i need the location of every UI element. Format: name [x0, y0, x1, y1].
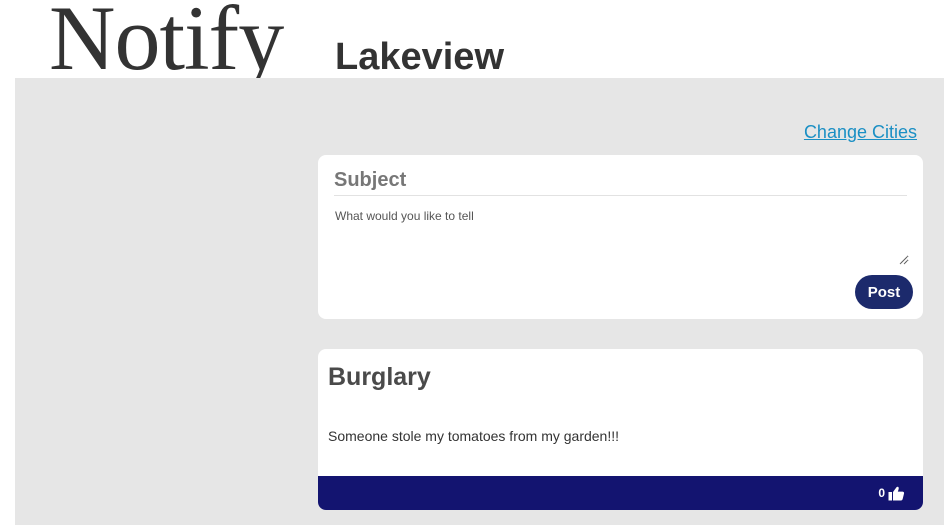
compose-card: Post — [318, 155, 923, 319]
site-header: Notify Lakeview — [0, 0, 944, 88]
thumbs-up-icon[interactable] — [888, 486, 905, 501]
logo: Notify — [49, 0, 284, 89]
message-textarea[interactable] — [334, 207, 909, 264]
like-count: 0 — [878, 486, 885, 500]
city-title: Lakeview — [335, 36, 504, 78]
post-title: Burglary — [328, 363, 431, 391]
main-content: Change Cities Post Burglary Someone stol… — [15, 78, 944, 525]
post-footer: 0 — [318, 476, 923, 510]
change-cities-link[interactable]: Change Cities — [804, 121, 917, 143]
post-button[interactable]: Post — [855, 275, 913, 309]
post-card: Burglary Someone stole my tomatoes from … — [318, 349, 923, 510]
subject-input[interactable] — [334, 166, 907, 196]
post-body: Someone stole my tomatoes from my garden… — [328, 428, 620, 444]
